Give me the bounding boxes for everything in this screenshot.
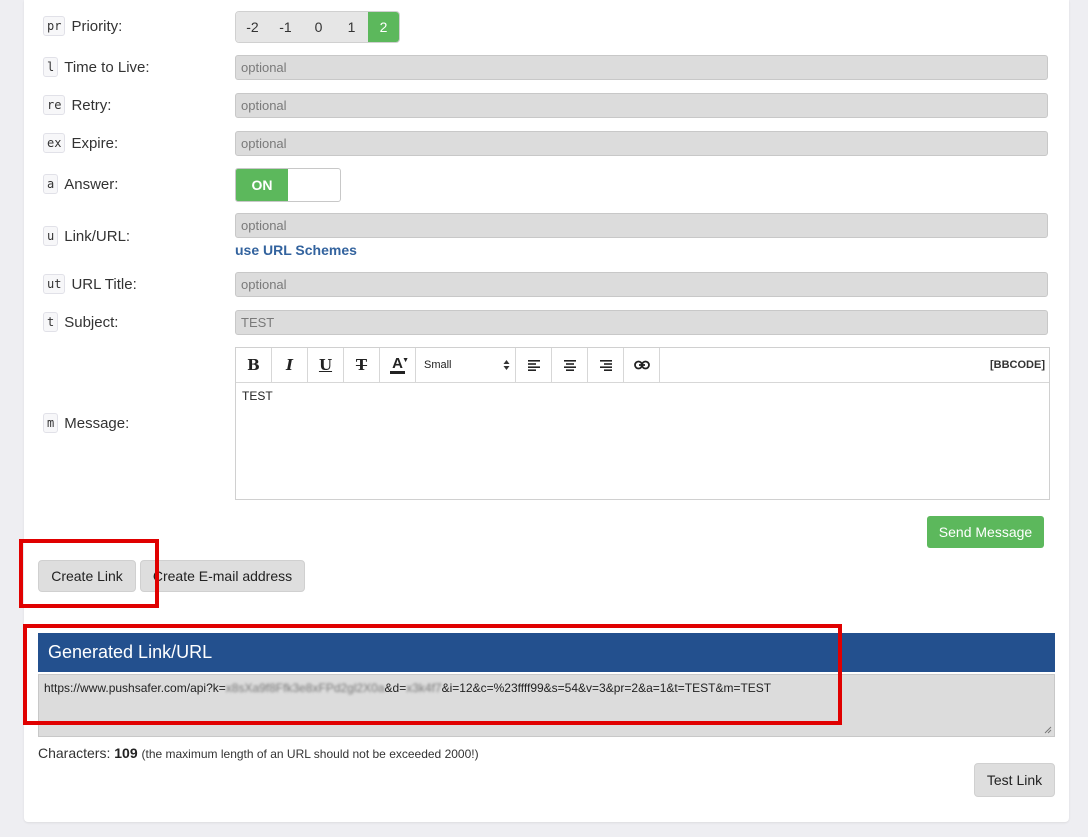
url-title-code: ut (43, 274, 66, 294)
link-icon (633, 360, 650, 370)
answer-label-row: a Answer: (43, 174, 118, 194)
font-size-value: Small (424, 359, 452, 371)
italic-button[interactable]: I (272, 348, 308, 382)
generated-url-prefix: https://www.pushsafer.com/api?k= (44, 681, 226, 695)
url-code: u (43, 226, 59, 246)
message-label-row: m Message: (43, 413, 129, 433)
answer-toggle-state: ON (236, 169, 288, 201)
expire-input[interactable]: optional (235, 131, 1048, 156)
create-link-button[interactable]: Create Link (38, 560, 136, 592)
expire-label: Expire: (71, 134, 119, 152)
font-color-button[interactable]: A ▼ (380, 348, 416, 382)
subject-input[interactable]: TEST (235, 310, 1048, 335)
generated-url-key-redacted: x8sXa9f8Ffk3e8xFPd2gl2X0a (225, 681, 385, 695)
retry-input[interactable]: optional (235, 93, 1048, 118)
characters-count: 109 (114, 745, 138, 761)
editor-toolbar: B I U T A ▼ Small [BBCODE] (236, 348, 1049, 383)
expire-label-row: ex Expire: (43, 133, 118, 153)
characters-note: (the maximum length of an URL should not… (141, 747, 479, 761)
strikethrough-button[interactable]: T (344, 348, 380, 382)
generated-link-header: Generated Link/URL (38, 633, 1055, 672)
priority-option-minus2[interactable]: -2 (236, 12, 269, 42)
retry-label-row: re Retry: (43, 95, 111, 115)
create-email-button[interactable]: Create E-mail address (140, 560, 305, 592)
align-center-button[interactable] (552, 348, 588, 382)
retry-code: re (43, 95, 66, 115)
align-right-button[interactable] (588, 348, 624, 382)
font-size-select[interactable]: Small (416, 348, 516, 382)
subject-label: Subject: (64, 313, 119, 331)
underline-button[interactable]: U (308, 348, 344, 382)
priority-selector: -2 -1 0 1 2 (235, 11, 400, 43)
align-left-icon (527, 360, 540, 371)
url-label-row: u Link/URL: (43, 226, 130, 246)
generated-url-textarea[interactable]: https://www.pushsafer.com/api?k=x8sXa9f8… (38, 674, 1055, 737)
ttl-label: Time to Live: (64, 58, 150, 76)
font-color-caret-icon: ▼ (402, 357, 409, 364)
resize-grip-icon[interactable] (1044, 726, 1052, 734)
priority-label-row: pr Priority: (43, 16, 122, 36)
answer-toggle[interactable]: ON (235, 168, 341, 202)
priority-label: Priority: (71, 17, 123, 35)
subject-code: t (43, 312, 59, 332)
retry-label: Retry: (71, 96, 112, 114)
priority-option-0[interactable]: 0 (302, 12, 335, 42)
ttl-code: l (43, 57, 59, 77)
priority-option-2[interactable]: 2 (368, 12, 399, 42)
generated-url-mid: &d= (384, 681, 407, 695)
url-label: Link/URL: (64, 227, 131, 245)
url-schemes-link[interactable]: use URL Schemes (235, 242, 357, 258)
message-label: Message: (64, 414, 130, 432)
select-arrows-icon (503, 360, 510, 370)
bbcode-mode-toggle[interactable]: [BBCODE] (990, 348, 1049, 382)
align-right-icon (599, 360, 612, 371)
message-editor: B I U T A ▼ Small [BBCODE] TEST (235, 347, 1050, 500)
priority-option-minus1[interactable]: -1 (269, 12, 302, 42)
url-title-label-row: ut URL Title: (43, 274, 137, 294)
generated-url-suffix: &i=12&c=%23ffff99&s=54&v=3&pr=2&a=1&t=TE… (441, 681, 772, 695)
answer-label: Answer: (64, 175, 119, 193)
characters-label: Characters: (38, 745, 111, 761)
bold-button[interactable]: B (236, 348, 272, 382)
insert-link-button[interactable] (624, 348, 660, 382)
subject-label-row: t Subject: (43, 312, 118, 332)
priority-option-1[interactable]: 1 (335, 12, 368, 42)
url-title-label: URL Title: (71, 275, 137, 293)
expire-code: ex (43, 133, 66, 153)
url-input[interactable]: optional (235, 213, 1048, 238)
priority-code: pr (43, 16, 66, 36)
send-message-button[interactable]: Send Message (927, 516, 1044, 548)
ttl-input[interactable]: optional (235, 55, 1048, 80)
characters-line: Characters: 109 (the maximum length of a… (38, 745, 479, 761)
answer-code: a (43, 174, 59, 194)
align-center-icon (563, 360, 576, 371)
url-title-input[interactable]: optional (235, 272, 1048, 297)
align-left-button[interactable] (516, 348, 552, 382)
message-textarea[interactable]: TEST (236, 383, 1049, 409)
message-code: m (43, 413, 59, 433)
ttl-label-row: l Time to Live: (43, 57, 150, 77)
answer-toggle-knob (288, 169, 340, 201)
test-link-button[interactable]: Test Link (974, 763, 1055, 797)
generated-url-device-redacted: x3k4f7 (406, 681, 442, 695)
